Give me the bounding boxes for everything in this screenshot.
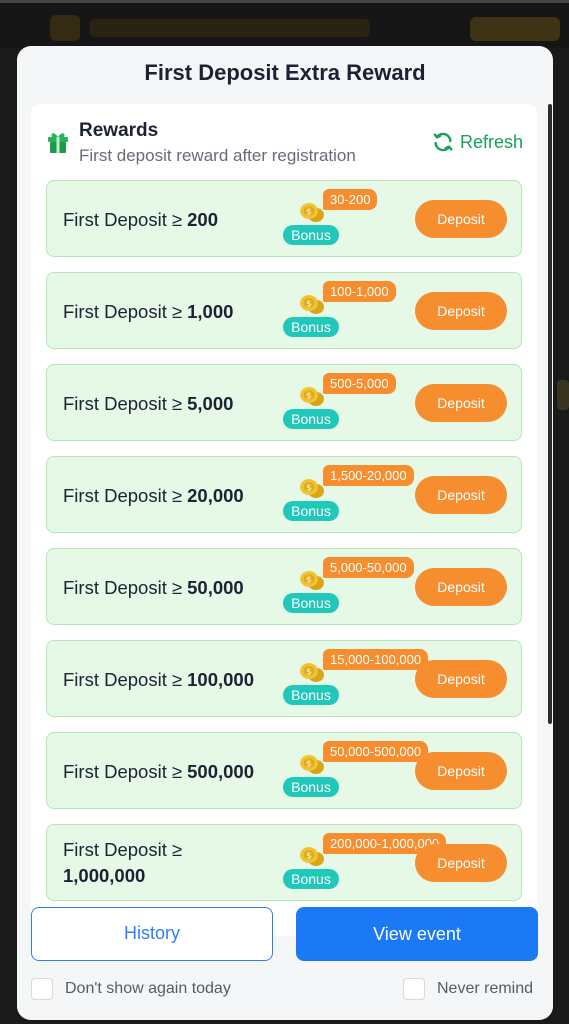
gift-icon	[48, 133, 68, 153]
svg-text:$: $	[306, 760, 312, 770]
modal-title: First Deposit Extra Reward	[144, 60, 426, 85]
reward-tier-card: First Deposit ≥ 20,000 $ 1,500-20,000 Bo…	[46, 456, 522, 533]
tier-label: First Deposit ≥ 200	[63, 181, 283, 258]
bonus-badge: Bonus	[283, 501, 339, 521]
tier-label: First Deposit ≥ 50,000	[63, 549, 283, 626]
bonus-badge: Bonus	[283, 317, 339, 337]
tier-label: First Deposit ≥ 100,000	[63, 641, 283, 718]
reward-tier-card: First Deposit ≥ 50,000 $ 5,000-50,000 Bo…	[46, 548, 522, 625]
tier-prefix: First Deposit ≥	[63, 760, 183, 782]
background-banner	[90, 19, 370, 37]
bonus-badge: Bonus	[283, 593, 339, 613]
bonus-range-badge: 50,000-500,000	[323, 741, 429, 762]
never-remind-label: Never remind	[437, 980, 534, 997]
scrollbar[interactable]	[548, 104, 552, 724]
background-side-element	[557, 380, 569, 410]
bonus-range-badge: 15,000-100,000	[323, 649, 429, 670]
reward-tier-card: First Deposit ≥ 1,000,000 $ 200,000-1,00…	[46, 824, 522, 901]
svg-text:$: $	[306, 852, 312, 862]
reward-tier-card: First Deposit ≥ 1,000 $ 100-1,000 Bonus …	[46, 272, 522, 349]
history-button[interactable]: History	[31, 907, 273, 961]
tier-label: First Deposit ≥ 500,000	[63, 733, 283, 810]
tier-label: First Deposit ≥ 1,000,000	[63, 825, 283, 902]
deposit-button[interactable]: Deposit	[415, 292, 507, 330]
bonus-badge: Bonus	[283, 777, 339, 797]
svg-text:$: $	[306, 484, 312, 494]
svg-text:$: $	[306, 208, 312, 218]
tier-amount: 1,000,000	[63, 865, 146, 886]
bonus-range-badge: 500-5,000	[323, 373, 396, 394]
tier-amount: 50,000	[187, 576, 244, 598]
deposit-button[interactable]: Deposit	[415, 476, 507, 514]
svg-text:$: $	[306, 668, 312, 678]
never-remind-option[interactable]: Never remind	[403, 978, 533, 1000]
bonus-range-badge: 100-1,000	[323, 281, 396, 302]
dont-show-today-checkbox[interactable]	[31, 978, 53, 1000]
refresh-button[interactable]: Refresh	[432, 130, 523, 154]
dont-show-today-label: Don't show again today	[65, 980, 231, 997]
svg-text:$: $	[306, 300, 312, 310]
svg-text:$: $	[306, 576, 312, 586]
tier-amount: 100,000	[187, 668, 254, 690]
bonus-badge: Bonus	[283, 409, 339, 429]
background-app-header	[0, 0, 569, 48]
tier-label: First Deposit ≥ 20,000	[63, 457, 283, 534]
bonus-range-badge: 5,000-50,000	[323, 557, 414, 578]
bonus-badge: Bonus	[283, 225, 339, 245]
refresh-label: Refresh	[459, 131, 523, 152]
reward-tier-card: First Deposit ≥ 5,000 $ 500-5,000 Bonus …	[46, 364, 522, 441]
bonus-range-badge: 30-200	[323, 189, 378, 210]
tier-prefix: First Deposit ≥	[63, 576, 183, 598]
tier-amount: 200	[187, 208, 218, 230]
tier-prefix: First Deposit ≥	[63, 392, 183, 414]
refresh-icon	[433, 132, 453, 152]
deposit-button[interactable]: Deposit	[415, 752, 507, 790]
tier-amount: 1,000	[187, 300, 234, 322]
deposit-button[interactable]: Deposit	[415, 844, 507, 882]
tier-amount: 5,000	[187, 392, 234, 414]
svg-text:$: $	[306, 392, 312, 402]
deposit-button[interactable]: Deposit	[415, 660, 507, 698]
modal-footer: History View event Don't show again toda…	[17, 907, 553, 1020]
reward-tier-card: First Deposit ≥ 500,000 $ 50,000-500,000…	[46, 732, 522, 809]
background-logo	[50, 15, 80, 41]
tier-prefix: First Deposit ≥	[63, 484, 183, 506]
dont-show-today-option[interactable]: Don't show again today	[31, 978, 231, 1000]
rewards-header: Rewards First deposit reward after regis…	[47, 120, 523, 170]
reward-tier-card: First Deposit ≥ 100,000 $ 15,000-100,000…	[46, 640, 522, 717]
view-event-button[interactable]: View event	[296, 907, 538, 961]
tier-prefix: First Deposit ≥	[63, 300, 183, 322]
tier-prefix: First Deposit ≥	[63, 208, 183, 230]
tier-label: First Deposit ≥ 5,000	[63, 365, 283, 442]
bonus-badge: Bonus	[283, 869, 339, 889]
bonus-range-badge: 1,500-20,000	[323, 465, 414, 486]
bonus-badge: Bonus	[283, 685, 339, 705]
tier-label: First Deposit ≥ 1,000	[63, 273, 283, 350]
rewards-panel[interactable]: Rewards First deposit reward after regis…	[31, 104, 537, 936]
never-remind-checkbox[interactable]	[403, 978, 425, 1000]
tier-prefix: First Deposit ≥	[63, 668, 183, 690]
deposit-button[interactable]: Deposit	[415, 200, 507, 238]
deposit-button[interactable]: Deposit	[415, 384, 507, 422]
tier-amount: 20,000	[187, 484, 244, 506]
rewards-title: Rewards	[79, 120, 159, 141]
reward-tier-card: First Deposit ≥ 200 $ 30-200 Bonus Depos…	[46, 180, 522, 257]
first-deposit-reward-modal: First Deposit Extra Reward Rewards First…	[17, 46, 553, 1020]
rewards-subtitle: First deposit reward after registration	[79, 146, 356, 165]
tier-prefix: First Deposit ≥	[63, 839, 183, 860]
background-button	[470, 17, 560, 41]
tier-amount: 500,000	[187, 760, 254, 782]
deposit-button[interactable]: Deposit	[415, 568, 507, 606]
